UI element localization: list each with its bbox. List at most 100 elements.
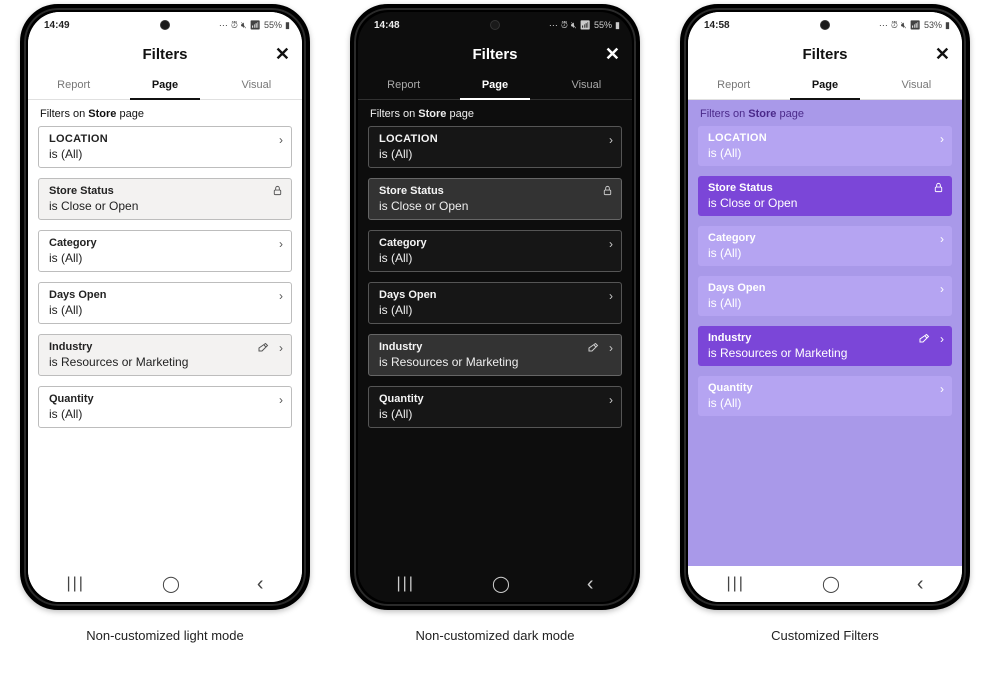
- filter-card[interactable]: Industryis Resources or Marketing›: [38, 334, 292, 376]
- phone-caption: Customized Filters: [771, 628, 879, 643]
- status-time: 14:49: [44, 20, 70, 31]
- tab-report[interactable]: Report: [28, 70, 119, 99]
- filter-card-title: Days Open: [49, 289, 283, 301]
- filter-card-icons: ›: [609, 133, 613, 147]
- section-label: Filters on Store page: [40, 108, 290, 120]
- filter-card[interactable]: Days Openis (All)›: [38, 282, 292, 324]
- android-navbar: ||| ◯ ‹: [358, 566, 632, 602]
- filter-card-icons: ›: [918, 332, 944, 346]
- status-right: ⋯⏰︎🔇︎📶︎55%▮: [219, 20, 290, 31]
- filter-card-title: Store Status: [49, 185, 283, 197]
- tab-page[interactable]: Page: [449, 70, 540, 99]
- eraser-icon[interactable]: [918, 333, 930, 345]
- content: Filters on Store page LOCATIONis (All)› St…: [358, 100, 632, 566]
- tab-page[interactable]: Page: [779, 70, 870, 99]
- filter-card-icons: ›: [940, 132, 944, 146]
- filter-card[interactable]: Industry is Resources or Marketing›: [698, 326, 952, 366]
- filter-card[interactable]: Category is (All)›: [368, 230, 622, 272]
- nav-recent-icon[interactable]: |||: [66, 575, 84, 593]
- phone-dark: 14:48⋯⏰︎🔇︎📶︎55%▮Filters✕ReportPageVisual…: [350, 4, 640, 610]
- filter-card-icons: [933, 182, 944, 193]
- close-icon[interactable]: ✕: [605, 45, 620, 63]
- nav-back-icon[interactable]: ‹: [917, 573, 924, 596]
- alarm-icon: ⏰︎: [561, 20, 568, 31]
- section-label: Filters on Store page: [370, 108, 620, 120]
- filter-card[interactable]: Categoryis (All)›: [698, 226, 952, 266]
- filter-card-value: is (All): [379, 303, 613, 317]
- battery-percent: 55%: [264, 20, 282, 30]
- filter-card-value: is Resources or Marketing: [379, 355, 613, 369]
- filter-card-title: Category: [379, 237, 613, 249]
- section-suffix: page: [776, 108, 804, 120]
- filter-card-value: is Close or Open: [379, 199, 613, 213]
- filter-card-title: Store Status: [708, 182, 944, 194]
- tab-visual[interactable]: Visual: [211, 70, 302, 99]
- filter-card-value: is (All): [379, 407, 613, 421]
- mute-icon: 🔇︎: [571, 20, 577, 31]
- filter-card-value: is Close or Open: [49, 199, 283, 213]
- filter-card[interactable]: Store Status is Close or Open: [38, 178, 292, 220]
- filter-card-value: is (All): [49, 407, 283, 421]
- titlebar: Filters ✕: [358, 38, 632, 70]
- filter-card-value: is Resources or Marketing: [49, 355, 283, 369]
- filter-card-value: is (All): [379, 147, 613, 161]
- filter-card[interactable]: Categoryis (All)›: [38, 230, 292, 272]
- filter-card-icons: [272, 185, 283, 196]
- filter-card-value: is (All): [708, 246, 944, 260]
- filter-card[interactable]: Quantityis (All)›: [38, 386, 292, 428]
- android-navbar: ||| ◯ ‹: [28, 566, 302, 602]
- tab-visual[interactable]: Visual: [541, 70, 632, 99]
- filter-card-title: Category: [49, 237, 283, 249]
- signal-icon: ⋯: [219, 20, 228, 31]
- eraser-icon[interactable]: [257, 342, 269, 354]
- filter-card[interactable]: LOCATIONis (All)›: [368, 126, 622, 168]
- filter-card[interactable]: Industryis Resources or Marketing›: [368, 334, 622, 376]
- nav-home-icon[interactable]: ◯: [492, 574, 510, 594]
- tab-page[interactable]: Page: [119, 70, 210, 99]
- filter-card-title: Industry: [708, 332, 944, 344]
- page-title: Filters: [472, 46, 517, 63]
- filter-card[interactable]: Days Openis (All)›: [368, 282, 622, 324]
- section-bold: Store: [418, 108, 446, 120]
- content: Filters on Store pageLOCATIONis (All)›St…: [688, 100, 962, 566]
- close-icon[interactable]: ✕: [935, 45, 950, 63]
- section-suffix: page: [446, 108, 474, 120]
- filter-card-value: is Resources or Marketing: [708, 346, 944, 360]
- wifi-icon: 📶︎: [250, 20, 261, 31]
- chevron-right-icon: ›: [940, 232, 944, 246]
- filter-card-value: is (All): [379, 251, 613, 265]
- nav-home-icon[interactable]: ◯: [822, 574, 840, 594]
- section-prefix: Filters on: [370, 108, 418, 120]
- status-time: 14:48: [374, 20, 400, 31]
- chevron-right-icon: ›: [940, 332, 944, 346]
- filter-card[interactable]: Store Statusis Close or Open: [368, 178, 622, 220]
- chevron-right-icon: ›: [609, 237, 613, 251]
- filter-card-value: is (All): [708, 396, 944, 410]
- filter-card[interactable]: LOCATIONis (All)›: [698, 126, 952, 166]
- filter-card[interactable]: Quantityis (All)›: [698, 376, 952, 416]
- phone-caption: Non-customized light mode: [86, 628, 244, 643]
- battery-icon: ▮: [285, 20, 290, 31]
- filter-card-value: is (All): [708, 296, 944, 310]
- tab-report[interactable]: Report: [688, 70, 779, 99]
- nav-back-icon[interactable]: ‹: [587, 573, 594, 596]
- nav-recent-icon[interactable]: |||: [726, 575, 744, 593]
- nav-home-icon[interactable]: ◯: [162, 574, 180, 594]
- lock-icon: [933, 182, 944, 193]
- battery-icon: ▮: [945, 20, 950, 31]
- eraser-icon[interactable]: [587, 342, 599, 354]
- status-right: ⋯⏰︎🔇︎📶︎53%▮: [879, 20, 950, 31]
- filter-card[interactable]: Store Statusis Close or Open: [698, 176, 952, 216]
- status-time: 14:58: [704, 20, 730, 31]
- tab-report[interactable]: Report: [358, 70, 449, 99]
- filter-card[interactable]: Quantityis (All)›: [368, 386, 622, 428]
- tab-visual[interactable]: Visual: [871, 70, 962, 99]
- nav-recent-icon[interactable]: |||: [396, 575, 414, 593]
- filter-card[interactable]: LOCATIONis (All)›: [38, 126, 292, 168]
- alarm-icon: ⏰︎: [891, 20, 898, 31]
- android-navbar: ||| ◯ ‹: [688, 566, 962, 602]
- nav-back-icon[interactable]: ‹: [257, 573, 264, 596]
- close-icon[interactable]: ✕: [275, 45, 290, 63]
- filter-tabs: ReportPageVisual: [688, 70, 962, 100]
- filter-card[interactable]: Days Openis (All)›: [698, 276, 952, 316]
